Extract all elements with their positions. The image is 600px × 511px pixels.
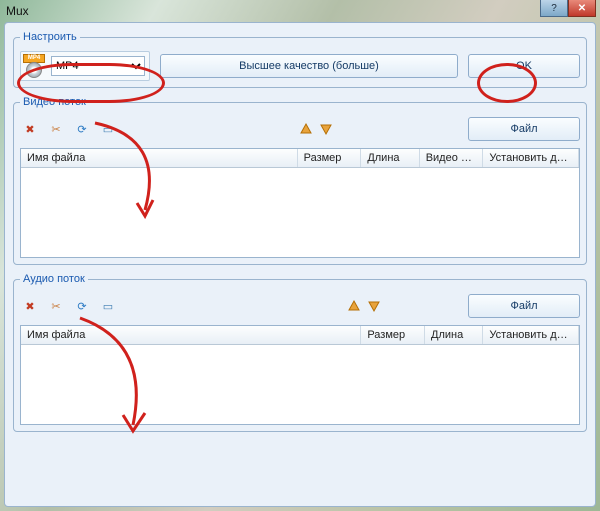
format-selector[interactable]: MP4 MP4 (20, 51, 150, 81)
quality-button[interactable]: Высшее качество (больше) (160, 54, 458, 78)
video-file-button[interactable]: Файл (468, 117, 580, 141)
refresh-icon[interactable]: ⟳ (72, 119, 92, 139)
help-button[interactable]: ? (540, 0, 568, 17)
move-down-icon[interactable] (366, 298, 382, 314)
audio-table: Имя файла Размер Длина Установить диа... (20, 325, 580, 425)
configure-legend: Настроить (20, 31, 80, 43)
refresh-icon[interactable]: ⟳ (72, 296, 92, 316)
col-filename[interactable]: Имя файла (21, 149, 297, 168)
col-video-ext[interactable]: Видео ра... (419, 149, 483, 168)
mux-window: Настроить MP4 MP4 Высшее качество (больш… (4, 22, 596, 507)
audio-file-button[interactable]: Файл (468, 294, 580, 318)
cut-icon[interactable]: ✂ (46, 119, 66, 139)
move-down-icon[interactable] (318, 121, 334, 137)
video-reorder (298, 121, 334, 137)
titlebar: Mux ? ✕ (0, 0, 600, 22)
cut-icon[interactable]: ✂ (46, 296, 66, 316)
mp4-file-icon: MP4 (23, 54, 47, 78)
video-table-body[interactable] (21, 168, 579, 254)
col-filename[interactable]: Имя файла (21, 326, 361, 345)
col-set-range[interactable]: Установить диа... (483, 149, 579, 168)
delete-icon[interactable]: ✖ (20, 119, 40, 139)
col-set-range[interactable]: Установить диа... (483, 326, 579, 345)
audio-reorder (346, 298, 382, 314)
audio-table-body[interactable] (21, 345, 579, 421)
audio-table-header: Имя файла Размер Длина Установить диа... (21, 326, 579, 345)
move-up-icon[interactable] (298, 121, 314, 137)
video-stream-group: Видео поток ✖ ✂ ⟳ ▭ Файл (13, 96, 587, 265)
preview-icon[interactable]: ▭ (98, 296, 118, 316)
video-table: Имя файла Размер Длина Видео ра... Устан… (20, 148, 580, 258)
video-legend: Видео поток (20, 96, 89, 108)
audio-legend: Аудио поток (20, 273, 88, 285)
video-table-header: Имя файла Размер Длина Видео ра... Устан… (21, 149, 579, 168)
audio-stream-group: Аудио поток ✖ ✂ ⟳ ▭ Файл (13, 273, 587, 432)
format-dropdown[interactable]: MP4 (51, 56, 145, 76)
audio-toolbar: ✖ ✂ ⟳ ▭ (20, 296, 118, 316)
preview-icon[interactable]: ▭ (98, 119, 118, 139)
col-length[interactable]: Длина (425, 326, 483, 345)
window-buttons: ? ✕ (540, 0, 596, 17)
col-size[interactable]: Размер (361, 326, 425, 345)
ok-button[interactable]: OK (468, 54, 580, 78)
delete-icon[interactable]: ✖ (20, 296, 40, 316)
video-toolbar: ✖ ✂ ⟳ ▭ (20, 119, 118, 139)
close-button[interactable]: ✕ (568, 0, 596, 17)
move-up-icon[interactable] (346, 298, 362, 314)
configure-group: Настроить MP4 MP4 Высшее качество (больш… (13, 31, 587, 88)
window-title: Mux (6, 4, 29, 18)
col-size[interactable]: Размер (297, 149, 361, 168)
col-length[interactable]: Длина (361, 149, 419, 168)
